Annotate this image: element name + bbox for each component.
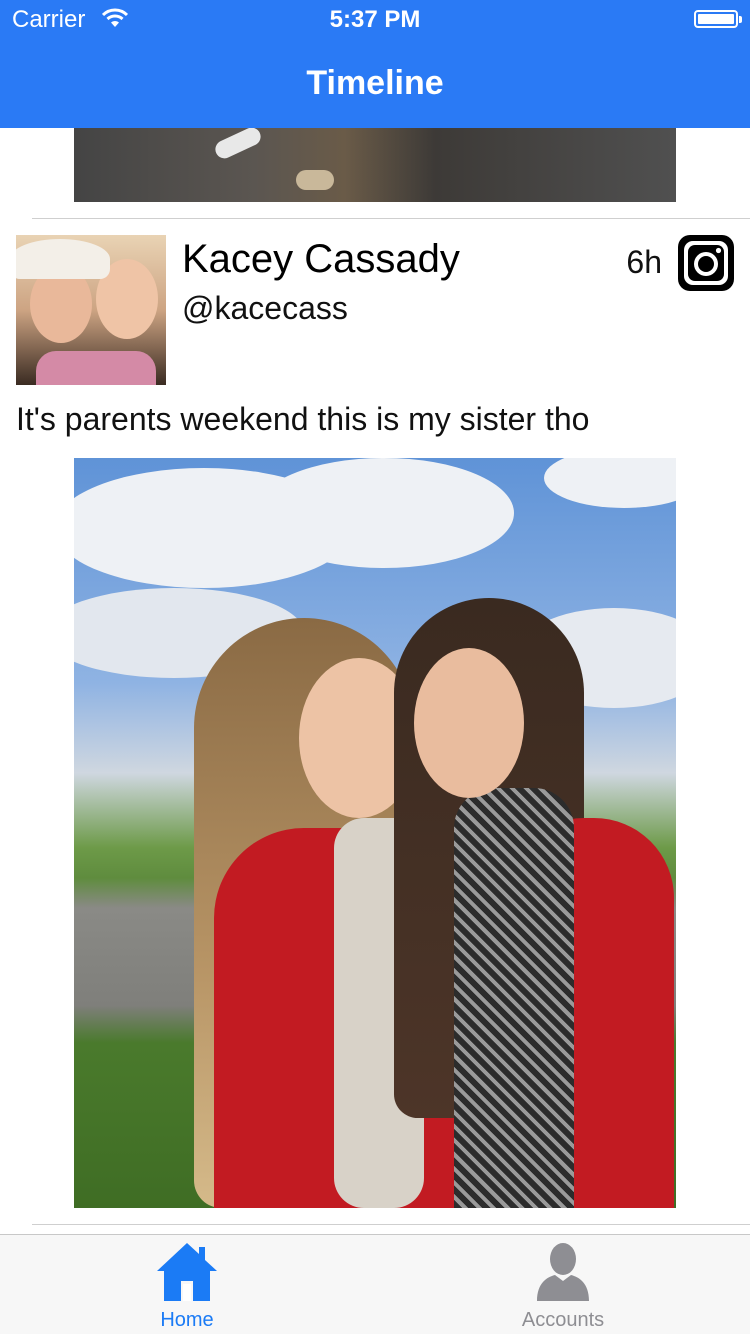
post-text: It's parents weekend this is my sister t… bbox=[16, 401, 590, 437]
tab-accounts-label: Accounts bbox=[521, 1309, 605, 1331]
page-title: Timeline bbox=[306, 64, 444, 102]
avatar[interactable] bbox=[16, 235, 166, 385]
person-icon bbox=[537, 1243, 589, 1301]
tab-accounts[interactable]: Accounts bbox=[463, 1235, 663, 1335]
post-divider bbox=[32, 1224, 750, 1225]
tab-home-label: Home bbox=[160, 1309, 214, 1331]
previous-post-photo[interactable] bbox=[74, 128, 676, 202]
tab-home[interactable]: Home bbox=[87, 1235, 287, 1335]
post-author-name[interactable]: Kacey Cassady bbox=[182, 237, 460, 282]
post-timestamp: 6h bbox=[626, 244, 662, 280]
header: Carrier 5:37 PM Timeline bbox=[0, 0, 750, 128]
home-icon bbox=[157, 1243, 217, 1301]
battery-icon bbox=[694, 10, 742, 28]
status-bar: Carrier 5:37 PM bbox=[0, 0, 750, 40]
instagram-icon[interactable] bbox=[678, 235, 734, 291]
timeline-feed[interactable]: Kacey Cassady @kacecass 6h It's parents … bbox=[0, 128, 750, 1234]
status-time: 5:37 PM bbox=[329, 6, 421, 33]
post-divider bbox=[32, 218, 750, 219]
tab-bar: Home Accounts bbox=[0, 1234, 750, 1334]
post-photo[interactable] bbox=[74, 458, 676, 1208]
post-author-handle[interactable]: @kacecass bbox=[182, 290, 348, 327]
